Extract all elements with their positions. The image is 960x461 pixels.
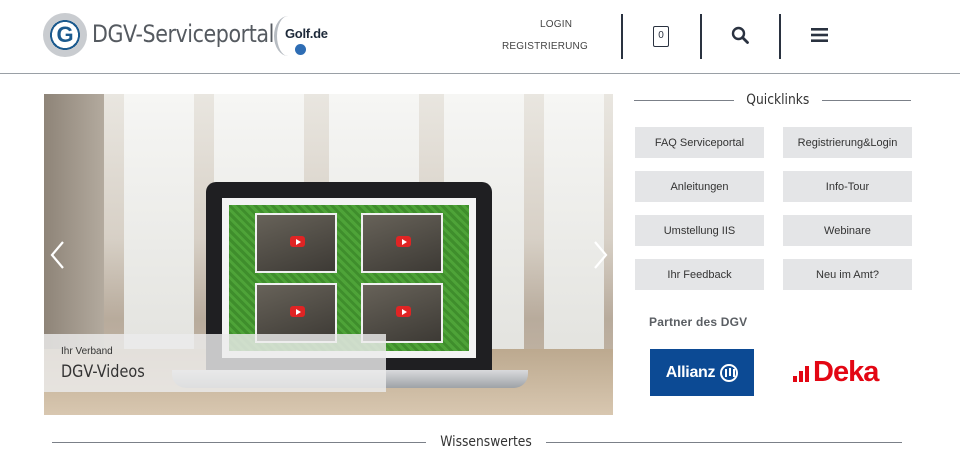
golf-de-logo[interactable]: Golf.de: [274, 16, 334, 58]
quicklink-ihr-feedback[interactable]: Ihr Feedback: [635, 259, 764, 290]
dgv-logo[interactable]: G: [43, 13, 87, 57]
search-icon: [731, 26, 749, 44]
menu-icon: [810, 28, 828, 42]
partners-title: Partner des DGV: [649, 315, 748, 329]
chevron-right-icon[interactable]: [589, 239, 611, 271]
play-icon: [396, 236, 411, 247]
play-icon: [396, 306, 411, 317]
quicklink-registrierung-login[interactable]: Registrierung&Login: [783, 127, 912, 158]
video-thumbnail[interactable]: [361, 213, 443, 273]
deka-logo[interactable]: Deka: [793, 354, 879, 390]
window-background: [544, 94, 604, 354]
play-icon: [290, 236, 305, 247]
allianz-logo[interactable]: Allianz: [650, 349, 754, 396]
slide-caption[interactable]: Ihr Verband DGV-Videos: [44, 334, 386, 392]
registration-link[interactable]: REGISTRIERUNG: [502, 41, 588, 52]
dgv-logo-letter: G: [56, 22, 74, 47]
quicklink-info-tour[interactable]: Info-Tour: [783, 171, 912, 202]
quicklinks-title: Quicklinks: [746, 92, 810, 108]
quicklink-anleitungen[interactable]: Anleitungen: [635, 171, 764, 202]
chevron-left-icon[interactable]: [47, 239, 69, 271]
slide-kicker: Ihr Verband: [61, 346, 113, 357]
quicklinks-heading: Quicklinks: [634, 92, 911, 108]
video-grid: [229, 205, 469, 351]
allianz-logo-text: Allianz: [665, 363, 716, 381]
golf-ball-icon: [295, 44, 306, 55]
deka-bars-icon: [793, 362, 811, 382]
login-link[interactable]: LOGIN: [540, 19, 572, 30]
quicklink-umstellung-iis[interactable]: Umstellung IIS: [635, 215, 764, 246]
wissenswertes-title: Wissenswertes: [440, 434, 532, 450]
header-divider: [621, 14, 623, 59]
heading-rule: [821, 99, 911, 101]
heading-rule: [52, 441, 426, 443]
slide-title: DGV-Videos: [61, 362, 145, 382]
play-icon: [290, 306, 305, 317]
wissenswertes-heading: Wissenswertes: [52, 434, 902, 450]
cart-button[interactable]: 0: [648, 22, 674, 48]
video-thumbnail[interactable]: [255, 213, 337, 273]
golf-de-logo-text: Golf.de: [285, 26, 328, 41]
allianz-emblem-icon: [720, 363, 739, 382]
hero-slider[interactable]: Ihr Verband DGV-Videos: [44, 94, 613, 415]
cart-icon: 0: [653, 25, 669, 47]
quicklink-neu-im-amt[interactable]: Neu im Amt?: [783, 259, 912, 290]
header-divider: [779, 14, 781, 59]
site-title[interactable]: DGV-Serviceportal: [92, 20, 274, 48]
quicklink-faq-serviceportal[interactable]: FAQ Serviceportal: [635, 127, 764, 158]
deka-logo-text: Deka: [813, 355, 879, 388]
quicklink-webinare[interactable]: Webinare: [783, 215, 912, 246]
site-header: G DGV-Serviceportal Golf.de LOGIN REGIST…: [0, 0, 960, 74]
header-divider: [700, 14, 702, 59]
heading-rule: [546, 441, 902, 443]
heading-rule: [634, 99, 734, 101]
menu-button[interactable]: [806, 22, 832, 48]
window-background: [124, 94, 194, 354]
search-button[interactable]: [727, 22, 753, 48]
